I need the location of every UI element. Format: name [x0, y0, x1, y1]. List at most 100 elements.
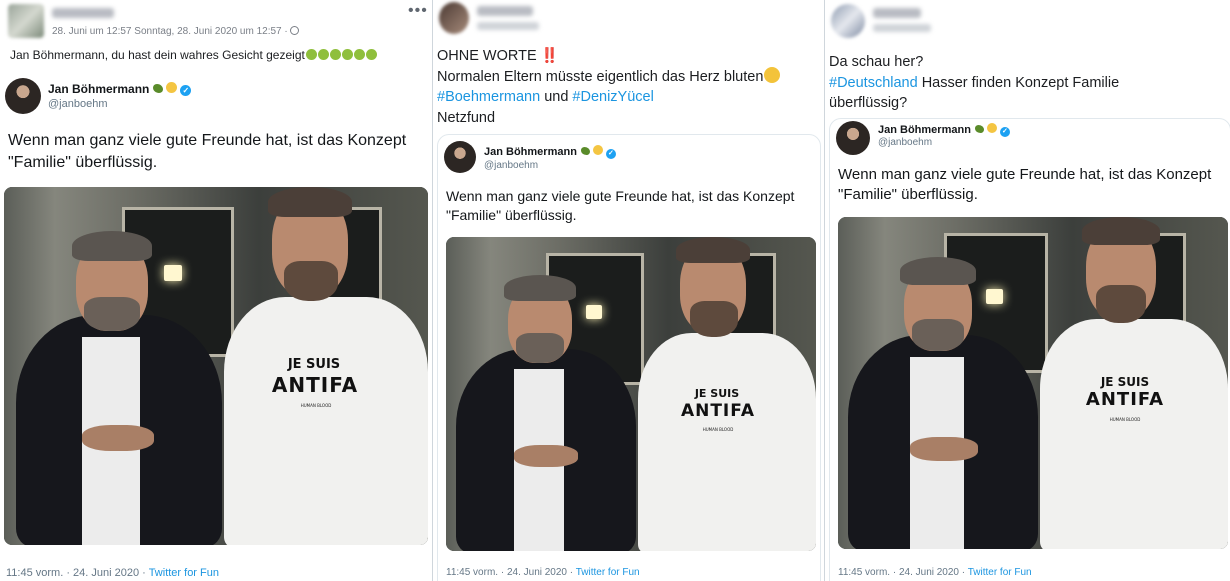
poster-name-blurred[interactable] — [477, 6, 533, 16]
shirt-text-line2: ANTIFA — [1085, 389, 1165, 410]
tweet-author-name[interactable]: Jan Böhmermann ✓ — [878, 123, 1010, 137]
person-left-hands — [514, 445, 578, 467]
photo-lamp — [586, 305, 602, 319]
hashtag-denizyuecel[interactable]: #DenizYücel — [572, 89, 653, 105]
face-icon — [592, 145, 603, 155]
tweet-time[interactable]: 11:45 vorm. · 24. Juni 2020 · — [446, 567, 576, 578]
twitter-post-panel-3: Da schau her? #Deutschland Hasser finden… — [824, 0, 1230, 581]
shirt-text-line3: HUMAN BLOOD — [300, 403, 332, 408]
person-right-tshirt — [224, 297, 428, 545]
tweet-photo[interactable]: JE SUIS ANTIFA HUMAN BLOOD — [446, 237, 816, 551]
nauseated-face-icon — [365, 49, 377, 60]
person-right-beard — [690, 301, 738, 337]
tweet-time[interactable]: 11:45 vorm. · 24. Juni 2020 · — [838, 567, 968, 578]
person-left-hands — [910, 437, 978, 461]
person-left-beard — [912, 319, 964, 351]
shirt-text-line2: ANTIFA — [271, 373, 359, 397]
nauseated-face-icon — [353, 49, 365, 60]
author-name-text: Jan Böhmermann — [878, 124, 971, 136]
embedded-tweet[interactable]: Jan Böhmermann ✓ @janboehm Wenn man ganz … — [829, 118, 1230, 581]
tweet-text: Wenn man ganz viele gute Freunde hat, is… — [446, 188, 795, 223]
shirt-text-line3: HUMAN BLOOD — [702, 427, 734, 432]
verified-badge-icon: ✓ — [999, 127, 1010, 137]
leaf-icon — [580, 147, 590, 155]
person-right-tshirt — [638, 333, 816, 551]
nauseated-face-icon — [341, 49, 353, 60]
more-options-icon[interactable]: ••• — [408, 2, 428, 20]
person-left-beard — [516, 333, 564, 363]
person-left-beard — [84, 297, 140, 331]
verified-badge-icon: ✓ — [605, 149, 616, 159]
tweet-source-link[interactable]: Twitter for Fun — [968, 567, 1032, 578]
tweet-photo[interactable]: JE SUIS ANTIFA HUMAN BLOOD — [838, 217, 1228, 549]
face-icon — [166, 82, 178, 93]
shirt-text-line1: JE SUIS — [1100, 375, 1150, 389]
poster-handle-blurred[interactable] — [477, 22, 539, 30]
person-right-hair — [1082, 217, 1160, 245]
post-line-1: OHNE WORTE ‼️ — [437, 46, 823, 67]
nauseated-face-icon — [317, 49, 329, 60]
globe-icon — [289, 26, 299, 35]
post-timestamp[interactable]: 28. Juni um 12:57 Sonntag, 28. Juni 2020… — [52, 26, 299, 37]
leaf-icon — [974, 125, 984, 133]
post-text: OHNE WORTE ‼️ Normalen Eltern müsste eig… — [437, 46, 823, 128]
tweet-photo[interactable]: JE SUIS ANTIFA HUMAN BLOOD — [4, 187, 428, 545]
tweet-avatar[interactable] — [444, 141, 476, 173]
post-line-3: #Boehmermann und #DenizYücel — [437, 87, 823, 108]
tweet-handle[interactable]: @janboehm — [48, 98, 107, 110]
tweet-author-name[interactable]: Jan Böhmermann ✓ — [48, 82, 192, 96]
tweet-handle[interactable]: @janboehm — [484, 160, 538, 171]
line1-text: OHNE WORTE — [437, 48, 537, 64]
post-line-2: #Deutschland Hasser finden Konzept Famil… — [829, 73, 1229, 94]
embedded-tweet[interactable]: Jan Böhmermann ✓ @janboehm Wenn man ganz … — [437, 134, 821, 581]
post-text: Da schau her? #Deutschland Hasser finden… — [829, 52, 1229, 114]
line2-rest: Hasser finden Konzept Familie — [917, 74, 1120, 91]
poster-avatar[interactable] — [831, 4, 865, 38]
poster-name-blurred[interactable] — [52, 8, 114, 18]
tweet-handle[interactable]: @janboehm — [878, 137, 932, 148]
tweet-author-name[interactable]: Jan Böhmermann ✓ — [484, 145, 616, 159]
person-right-tshirt — [1040, 319, 1228, 549]
nauseated-face-icon — [305, 49, 317, 60]
post-text-content: Jan Böhmermann, du hast dein wahres Gesi… — [10, 48, 305, 62]
post-text: Jan Böhmermann, du hast dein wahres Gesi… — [10, 45, 430, 65]
shirt-text-line1: JE SUIS — [287, 357, 341, 372]
poster-handle-blurred[interactable] — [873, 24, 931, 32]
tweet-footer: 11:45 vorm. · 24. Juni 2020 · Twitter fo… — [446, 567, 640, 578]
photo-lamp — [986, 289, 1003, 304]
line2-text: Normalen Eltern müsste eigentlich das He… — [437, 68, 764, 85]
tweet-footer: 11:45 vorm. · 24. Juni 2020 · Twitter fo… — [6, 567, 219, 579]
person-right-hair — [676, 237, 750, 263]
person-left-hair — [900, 257, 976, 285]
tweet-avatar[interactable] — [5, 78, 41, 114]
timestamp-text: 28. Juni um 12:57 Sonntag, 28. Juni 2020… — [52, 26, 288, 37]
weary-face-icon — [764, 66, 781, 83]
tweet-source-link[interactable]: Twitter for Fun — [149, 567, 219, 579]
tweet-text: Wenn man ganz viele gute Freunde hat, is… — [8, 132, 407, 171]
poster-name-blurred[interactable] — [873, 8, 921, 18]
leaf-icon — [153, 84, 164, 93]
photo-lamp — [164, 265, 182, 281]
tweet-source-link[interactable]: Twitter for Fun — [576, 567, 640, 578]
facebook-post-panel: 28. Juni um 12:57 Sonntag, 28. Juni 2020… — [0, 0, 432, 581]
hashtag-boehmermann[interactable]: #Boehmermann — [437, 89, 540, 105]
tweet-avatar[interactable] — [836, 121, 870, 155]
shirt-text-line3: HUMAN BLOOD — [1109, 417, 1141, 422]
post-line-2: Normalen Eltern müsste eigentlich das He… — [437, 66, 823, 88]
tweet-time[interactable]: 11:45 vorm. · 24. Juni 2020 · — [6, 567, 149, 579]
person-right-beard — [284, 261, 338, 301]
double-exclamation-icon: ‼️ — [540, 48, 559, 64]
hashtag-deutschland[interactable]: #Deutschland — [829, 75, 918, 91]
twitter-post-panel-2: OHNE WORTE ‼️ Normalen Eltern müsste eig… — [432, 0, 824, 581]
poster-avatar[interactable] — [8, 4, 44, 38]
person-left-hands — [82, 425, 154, 451]
shirt-text-line1: JE SUIS — [694, 387, 740, 400]
author-name-text: Jan Böhmermann — [484, 146, 577, 158]
tweet-footer: 11:45 vorm. · 24. Juni 2020 · Twitter fo… — [838, 567, 1032, 578]
poster-avatar[interactable] — [439, 2, 469, 34]
person-right-hair — [268, 187, 352, 217]
author-name-text: Jan Böhmermann — [48, 82, 150, 96]
embedded-tweet[interactable]: Jan Böhmermann ✓ @janboehm Wenn man ganz … — [0, 70, 432, 581]
face-icon — [986, 123, 997, 133]
tweet-text: Wenn man ganz viele gute Freunde hat, is… — [838, 166, 1212, 203]
